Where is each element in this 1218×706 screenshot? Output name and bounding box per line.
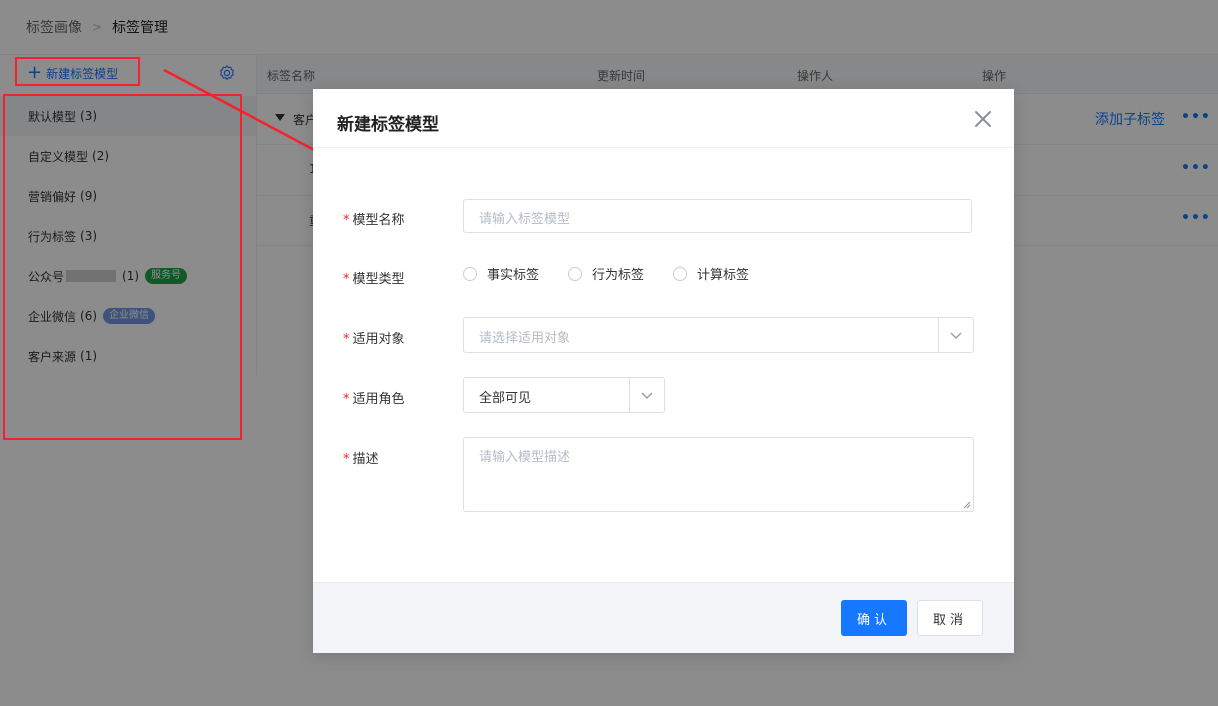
- dialog-footer: 确认 取消: [313, 582, 1014, 653]
- target-object-select[interactable]: 请选择适用对象: [463, 317, 974, 353]
- description-textarea[interactable]: 请输入模型描述: [463, 437, 974, 512]
- model-name-input[interactable]: 请输入标签模型: [463, 199, 972, 233]
- description-placeholder: 请输入模型描述: [479, 450, 571, 465]
- model-type-label: * 模型类型: [343, 268, 405, 287]
- radio-circle-icon: [673, 266, 688, 281]
- model-name-label-text: 模型名称: [352, 213, 405, 228]
- radio-behavior-tag-label: 行为标签: [592, 268, 645, 283]
- dialog-header: 新建标签模型: [313, 89, 1014, 148]
- select-divider: [629, 378, 630, 412]
- role-value: 全部可见: [479, 391, 532, 406]
- target-object-placeholder: 请选择适用对象: [479, 331, 571, 346]
- target-object-label: * 适用对象: [343, 328, 405, 347]
- required-mark: *: [343, 452, 350, 467]
- resize-handle-icon[interactable]: [963, 501, 971, 509]
- role-select[interactable]: 全部可见: [463, 377, 665, 413]
- description-label: * 描述: [343, 448, 379, 467]
- chevron-down-icon: [950, 332, 962, 340]
- radio-circle-icon: [463, 266, 477, 281]
- model-type-radio-group: 事实标签 行为标签 计算标签: [463, 264, 778, 283]
- role-label-text: 适用角色: [352, 392, 405, 407]
- target-object-label-text: 适用对象: [352, 332, 405, 347]
- required-mark: *: [343, 213, 350, 228]
- required-mark: *: [343, 272, 350, 287]
- confirm-button[interactable]: 确认: [841, 600, 907, 636]
- chevron-down-icon: [641, 392, 653, 400]
- model-type-label-text: 模型类型: [352, 272, 405, 287]
- dialog-title: 新建标签模型: [337, 115, 439, 135]
- required-mark: *: [343, 332, 350, 347]
- cancel-button[interactable]: 取消: [917, 600, 983, 636]
- close-icon[interactable]: [973, 109, 993, 129]
- app-page: 标签画像 > 标签管理 + 新建标签模型 默认模型 (3) 自定义模型 (2) …: [0, 0, 1218, 706]
- radio-behavior-tag[interactable]: 行为标签: [568, 264, 644, 283]
- description-label-text: 描述: [352, 452, 379, 467]
- required-mark: *: [343, 392, 350, 407]
- select-divider: [938, 318, 939, 352]
- radio-circle-icon: [568, 266, 583, 281]
- new-model-dialog: 新建标签模型 * 模型名称 请输入标签模型 * 模型类型 事实标签 行为标签 计…: [313, 89, 1014, 653]
- radio-computed-tag[interactable]: 计算标签: [673, 264, 749, 283]
- radio-fact-tag[interactable]: 事实标签: [463, 264, 539, 283]
- model-name-label: * 模型名称: [343, 209, 405, 228]
- radio-computed-tag-label: 计算标签: [697, 268, 750, 283]
- role-label: * 适用角色: [343, 388, 405, 407]
- radio-fact-tag-label: 事实标签: [487, 268, 540, 283]
